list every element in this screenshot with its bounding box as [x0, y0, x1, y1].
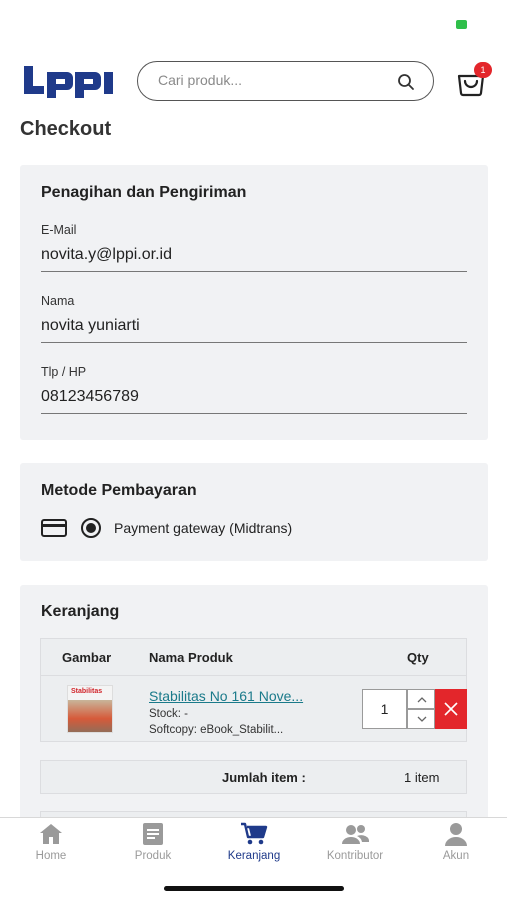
- name-label: Nama: [41, 294, 75, 308]
- nav-label-akun: Akun: [442, 850, 470, 862]
- col-header-image: Gambar: [62, 650, 112, 665]
- col-header-qty: Qty: [407, 650, 429, 665]
- cart-title: Keranjang: [41, 603, 120, 620]
- chevron-down-icon: [417, 716, 427, 722]
- remove-item-button[interactable]: [435, 689, 467, 729]
- lppi-logo[interactable]: [22, 62, 118, 98]
- cart-table: Gambar Nama Produk Qty Stabilitas Stabil…: [40, 638, 467, 742]
- nav-label-keranjang: Keranjang: [227, 850, 281, 862]
- nav-label-produk: Produk: [134, 850, 172, 862]
- chevron-up-icon: [417, 697, 427, 703]
- product-thumbnail: Stabilitas: [67, 685, 113, 733]
- thumbnail-cover-image: [68, 700, 112, 732]
- close-icon: [444, 702, 458, 716]
- status-bar: [0, 0, 507, 48]
- nav-label-home: Home: [35, 850, 67, 862]
- table-divider: [41, 675, 466, 676]
- nav-item-kontributor[interactable]: Kontributor: [310, 822, 400, 868]
- cart-card: Keranjang Gambar Nama Produk Qty Stabili…: [20, 585, 488, 825]
- product-name-link[interactable]: Stabilitas No 161 Nove...: [149, 688, 303, 704]
- document-icon: [143, 823, 163, 845]
- item-count-summary: Jumlah item : 1 item: [40, 760, 467, 794]
- search-box[interactable]: [137, 61, 434, 101]
- status-indicator-icon: [456, 20, 467, 29]
- cart-count-badge: 1: [474, 62, 492, 78]
- nav-item-home[interactable]: Home: [6, 822, 96, 868]
- search-icon[interactable]: [397, 73, 415, 91]
- email-field[interactable]: [41, 246, 467, 264]
- payment-option[interactable]: Payment gateway (Midtrans): [41, 516, 461, 540]
- page-title: Checkout: [20, 118, 112, 140]
- email-underline: [41, 271, 467, 272]
- shopping-cart-icon: [241, 822, 268, 845]
- users-icon: [342, 825, 370, 844]
- payment-title: Metode Pembayaran: [41, 482, 197, 499]
- name-underline: [41, 342, 467, 343]
- user-icon: [445, 823, 467, 846]
- billing-shipping-card: Penagihan dan Pengiriman E-Mail Nama Tlp…: [20, 165, 488, 440]
- quantity-increase-button[interactable]: [407, 689, 435, 709]
- nav-item-produk[interactable]: Produk: [108, 822, 198, 868]
- payment-method-card: Metode Pembayaran Payment gateway (Midtr…: [20, 463, 488, 561]
- phone-field[interactable]: [41, 388, 467, 406]
- item-count-label: Jumlah item :: [222, 770, 306, 785]
- col-header-product: Nama Produk: [149, 650, 233, 665]
- search-input[interactable]: [158, 72, 378, 88]
- product-stock: Stock: -: [149, 708, 188, 720]
- quantity-decrease-button[interactable]: [407, 709, 435, 729]
- billing-title: Penagihan dan Pengiriman: [41, 184, 247, 201]
- phone-label: Tlp / HP: [41, 365, 87, 379]
- product-softcopy: Softcopy: eBook_Stabilit...: [149, 724, 284, 736]
- home-icon: [40, 824, 62, 844]
- header: 1: [0, 58, 507, 106]
- credit-card-icon: [41, 519, 67, 537]
- nav-item-akun[interactable]: Akun: [411, 822, 501, 868]
- home-indicator: [164, 886, 344, 891]
- thumbnail-title: Stabilitas: [68, 686, 112, 700]
- email-label: E-Mail: [41, 223, 77, 237]
- quantity-input[interactable]: 1: [362, 689, 407, 729]
- payment-radio[interactable]: [81, 518, 101, 538]
- name-field[interactable]: [41, 317, 467, 335]
- item-count-value: 1 item: [404, 770, 440, 785]
- phone-underline: [41, 413, 467, 414]
- payment-option-label: Payment gateway (Midtrans): [114, 520, 293, 536]
- nav-item-keranjang[interactable]: Keranjang: [209, 822, 299, 868]
- nav-label-kontributor: Kontributor: [326, 850, 384, 862]
